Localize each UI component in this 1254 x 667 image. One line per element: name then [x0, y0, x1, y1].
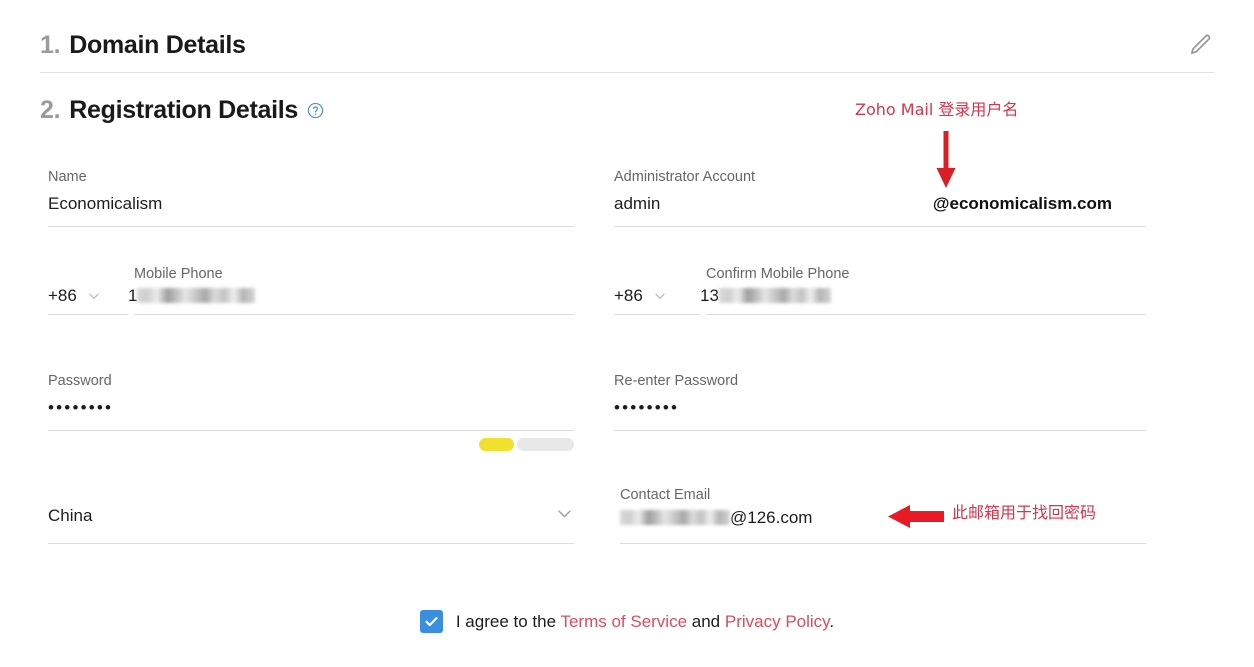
field-confirm-mobile-phone-label: Confirm Mobile Phone	[706, 266, 850, 282]
field-admin-account-label: Administrator Account	[614, 169, 756, 185]
section-2-label: Registration Details	[69, 96, 299, 124]
annotation-contact-email-text: 此邮箱用于找回密码	[952, 503, 1097, 522]
field-contact-email-underline	[620, 543, 1146, 544]
field-administrator-account[interactable]: Administrator Account admin @economicali…	[614, 168, 1146, 227]
help-circle-icon[interactable]	[307, 102, 324, 119]
confirm-mobile-phone-country-code-select[interactable]: +86	[614, 283, 700, 309]
field-password[interactable]: Password ••••••••	[48, 372, 574, 451]
field-country-underline	[48, 543, 574, 544]
mobile-phone-input[interactable]: 1	[128, 283, 574, 309]
field-mobile-phone-label: Mobile Phone	[134, 266, 223, 282]
section-divider	[40, 72, 1214, 73]
section-1-number: 1.	[40, 30, 61, 59]
mobile-phone-value: 1	[128, 286, 138, 305]
field-password-value: ••••••••	[48, 398, 114, 417]
section-registration-details: 2. Registration Details	[40, 96, 324, 125]
confirm-mobile-phone-underlines	[614, 314, 1146, 315]
section-domain-details: 1. Domain Details	[40, 18, 1214, 72]
chevron-down-icon[interactable]	[653, 289, 667, 303]
agreement-suffix: .	[829, 611, 835, 631]
arrow-down-icon	[928, 130, 964, 192]
field-reenter-password-underline	[614, 430, 1146, 431]
field-admin-account-underline	[614, 226, 1146, 227]
agreement-prefix: I agree to the	[455, 611, 561, 631]
field-admin-account-value: admin	[614, 194, 661, 213]
admin-account-row: admin @economicalism.com	[614, 186, 1146, 217]
annotation-admin-account-note: Zoho Mail 登录用户名	[855, 96, 1018, 120]
field-reenter-password[interactable]: Re-enter Password ••••••••	[614, 372, 1146, 431]
mobile-phone-underlines	[48, 314, 574, 315]
mobile-phone-country-code: +86	[48, 286, 77, 305]
field-confirm-mobile-phone[interactable]: Confirm Mobile Phone +86 13	[614, 265, 1146, 315]
password-strength-segment-filled	[479, 438, 514, 451]
confirm-mobile-phone-input[interactable]: 13	[700, 283, 1146, 309]
field-name-value: Economicalism	[48, 194, 163, 213]
field-name[interactable]: Name Economicalism	[48, 168, 574, 227]
agreement-text: I agree to the Terms of Service and Priv…	[456, 612, 834, 632]
chevron-down-icon[interactable]	[555, 504, 574, 523]
privacy-policy-link[interactable]: Privacy Policy	[725, 612, 830, 631]
pencil-icon[interactable]	[1188, 32, 1214, 58]
field-reenter-password-label: Re-enter Password	[614, 373, 739, 389]
agreement-checkbox[interactable]	[419, 610, 443, 633]
contact-email-value: @126.com	[730, 508, 813, 527]
mobile-phone-redaction	[137, 288, 256, 304]
arrow-left-icon	[886, 503, 946, 531]
confirm-mobile-phone-value: 13	[700, 286, 719, 305]
annotation-contact-email-note: 此邮箱用于找回密码	[952, 499, 1096, 523]
confirm-mobile-phone-country-code: +86	[614, 286, 643, 305]
admin-account-domain-suffix: @economicalism.com	[932, 194, 1112, 213]
field-country[interactable]: China	[48, 498, 574, 544]
mobile-phone-row: +86 1	[48, 283, 574, 309]
confirm-mobile-phone-redaction	[718, 288, 831, 304]
field-password-label: Password	[48, 373, 112, 389]
password-strength-meter	[48, 438, 574, 451]
agreement-row: I agree to the Terms of Service and Priv…	[0, 610, 1254, 633]
country-select[interactable]: China	[48, 498, 574, 529]
field-password-underline	[48, 430, 574, 431]
password-strength-segment-empty	[517, 438, 574, 451]
field-name-underline	[48, 226, 574, 227]
field-mobile-phone[interactable]: Mobile Phone +86 1	[48, 265, 574, 315]
section-2-number: 2.	[40, 96, 61, 124]
field-reenter-password-value: ••••••••	[614, 398, 680, 417]
field-name-label: Name	[48, 169, 87, 185]
registration-page: 1. Domain Details 2. Registration Detail…	[0, 0, 1254, 667]
contact-email-redaction	[620, 510, 730, 526]
annotation-admin-account-text: Zoho Mail 登录用户名	[855, 100, 1019, 119]
terms-of-service-link[interactable]: Terms of Service	[560, 612, 687, 631]
mobile-phone-country-code-select[interactable]: +86	[48, 283, 128, 309]
confirm-mobile-phone-row: +86 13	[614, 283, 1146, 309]
chevron-down-icon[interactable]	[87, 289, 101, 303]
section-1-label: Domain Details	[69, 30, 246, 59]
field-country-value: China	[48, 506, 93, 525]
agreement-conjunction: and	[687, 611, 725, 631]
section-1-title: 1. Domain Details	[40, 31, 246, 60]
